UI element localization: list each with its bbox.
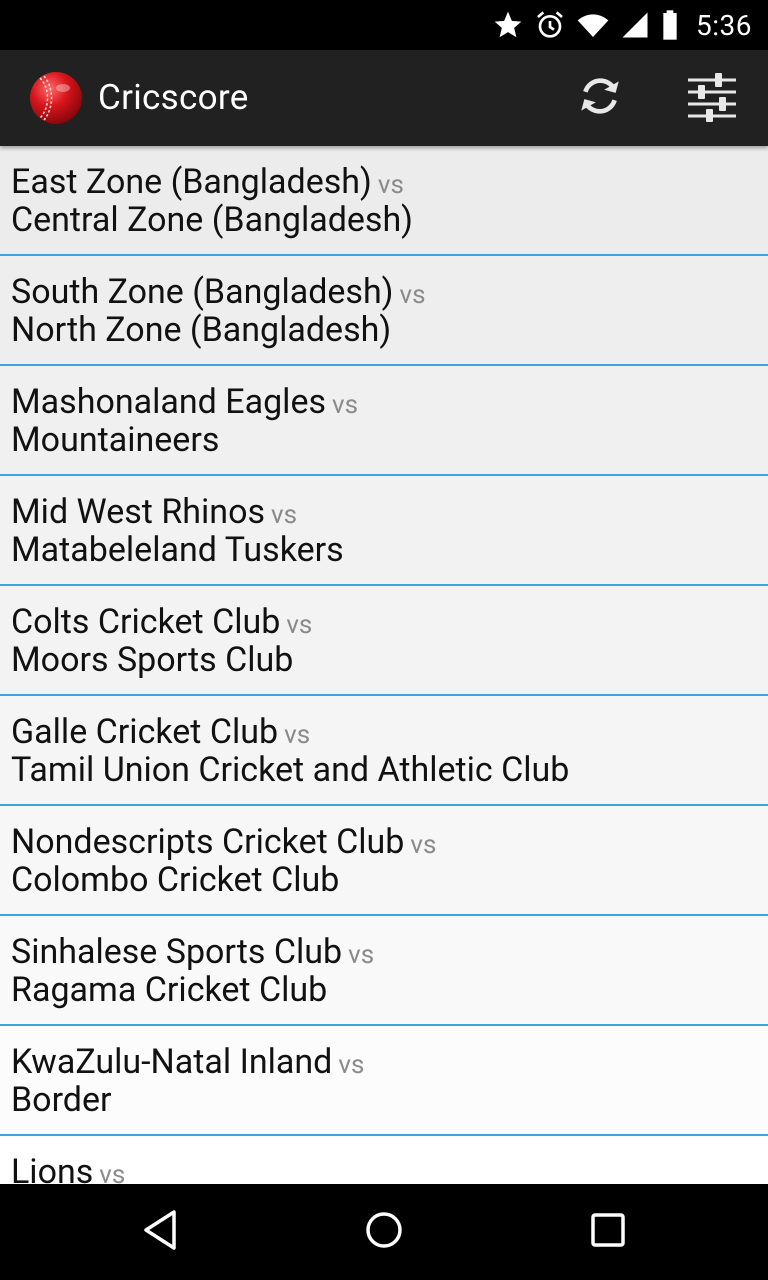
team2-name: Mountaineers: [11, 420, 220, 460]
app-title: Cricscore: [98, 77, 249, 118]
match-list[interactable]: East Zone (Bangladesh) vs Central Zone (Ba…: [0, 146, 768, 1184]
settings-sliders-icon: [686, 70, 738, 126]
vs-label: vs: [286, 610, 313, 640]
team1-name: Colts Cricket Club: [11, 602, 281, 642]
app-bar: Cricscore: [0, 50, 768, 146]
refresh-icon: [575, 71, 625, 125]
match-line-team1: Lions vs: [11, 1152, 125, 1184]
status-bar: 5:36: [0, 0, 768, 50]
recents-button[interactable]: [578, 1202, 638, 1262]
vs-label: vs: [338, 1050, 365, 1080]
team2-name: Moors Sports Club: [11, 640, 294, 680]
team2-name: North Zone (Bangladesh): [11, 310, 392, 350]
match-line-team1: Mashonaland Eagles vs: [11, 382, 358, 422]
vs-label: vs: [348, 940, 375, 970]
refresh-button[interactable]: [570, 68, 630, 128]
alarm-icon: [534, 9, 566, 41]
team2-name: Colombo Cricket Club: [11, 860, 340, 900]
home-button[interactable]: [354, 1202, 414, 1262]
match-line-team1: South Zone (Bangladesh) vs: [11, 272, 426, 312]
team1-name: East Zone (Bangladesh): [11, 162, 372, 202]
match-row[interactable]: South Zone (Bangladesh) vs North Zone (Ban…: [0, 256, 768, 366]
team1-name: Nondescripts Cricket Club: [11, 822, 405, 862]
team1-name: Lions: [11, 1152, 94, 1184]
team1-name: KwaZulu-Natal Inland: [11, 1042, 333, 1082]
settings-button[interactable]: [682, 68, 742, 128]
match-row[interactable]: Mid West Rhinos vs Matabeleland Tuskers: [0, 476, 768, 586]
match-row[interactable]: Mashonaland Eagles vs Mountaineers: [0, 366, 768, 476]
back-button[interactable]: [130, 1202, 190, 1262]
battery-icon: [660, 9, 680, 41]
navigation-bar: [0, 1184, 768, 1280]
match-line-team1: Nondescripts Cricket Club vs: [11, 822, 436, 862]
team2-name: Matabeleland Tuskers: [11, 530, 344, 570]
match-line-team1: East Zone (Bangladesh) vs: [11, 162, 404, 202]
match-row[interactable]: Galle Cricket Club vs Tamil Union Cricket …: [0, 696, 768, 806]
team1-name: Sinhalese Sports Club: [11, 932, 343, 972]
match-row[interactable]: Colts Cricket Club vs Moors Sports Club: [0, 586, 768, 696]
team2-name: Central Zone (Bangladesh): [11, 200, 414, 240]
star-icon: [492, 9, 524, 41]
match-row[interactable]: KwaZulu-Natal Inland vs Border: [0, 1026, 768, 1136]
team1-name: Mid West Rhinos: [11, 492, 266, 532]
team1-name: South Zone (Bangladesh): [11, 272, 394, 312]
vs-label: vs: [99, 1160, 126, 1184]
vs-label: vs: [399, 280, 426, 310]
home-icon: [362, 1208, 406, 1256]
match-line-team1: Colts Cricket Club vs: [11, 602, 312, 642]
vs-label: vs: [284, 720, 311, 750]
cell-signal-icon: [620, 9, 650, 41]
vs-label: vs: [271, 500, 298, 530]
cricket-ball-icon: [28, 70, 84, 126]
vs-label: vs: [377, 170, 404, 200]
team1-name: Galle Cricket Club: [11, 712, 279, 752]
match-line-team1: Sinhalese Sports Club vs: [11, 932, 374, 972]
team2-name: Border: [11, 1080, 112, 1120]
match-row[interactable]: Lions vs: [0, 1136, 768, 1184]
recents-icon: [588, 1210, 628, 1254]
team2-name: Tamil Union Cricket and Athletic Club: [11, 750, 570, 790]
match-row[interactable]: Sinhalese Sports Club vs Ragama Cricket Cl…: [0, 916, 768, 1026]
status-clock: 5:36: [696, 8, 752, 42]
team2-name: Ragama Cricket Club: [11, 970, 328, 1010]
vs-label: vs: [410, 830, 437, 860]
match-line-team1: Galle Cricket Club vs: [11, 712, 310, 752]
match-row[interactable]: Nondescripts Cricket Club vs Colombo Crick…: [0, 806, 768, 916]
match-line-team1: Mid West Rhinos vs: [11, 492, 297, 532]
team1-name: Mashonaland Eagles: [11, 382, 327, 422]
match-row[interactable]: East Zone (Bangladesh) vs Central Zone (Ba…: [0, 146, 768, 256]
match-line-team1: KwaZulu-Natal Inland vs: [11, 1042, 364, 1082]
back-icon: [140, 1208, 180, 1256]
wifi-icon: [576, 9, 610, 41]
status-icons: 5:36: [492, 0, 752, 50]
vs-label: vs: [332, 390, 359, 420]
